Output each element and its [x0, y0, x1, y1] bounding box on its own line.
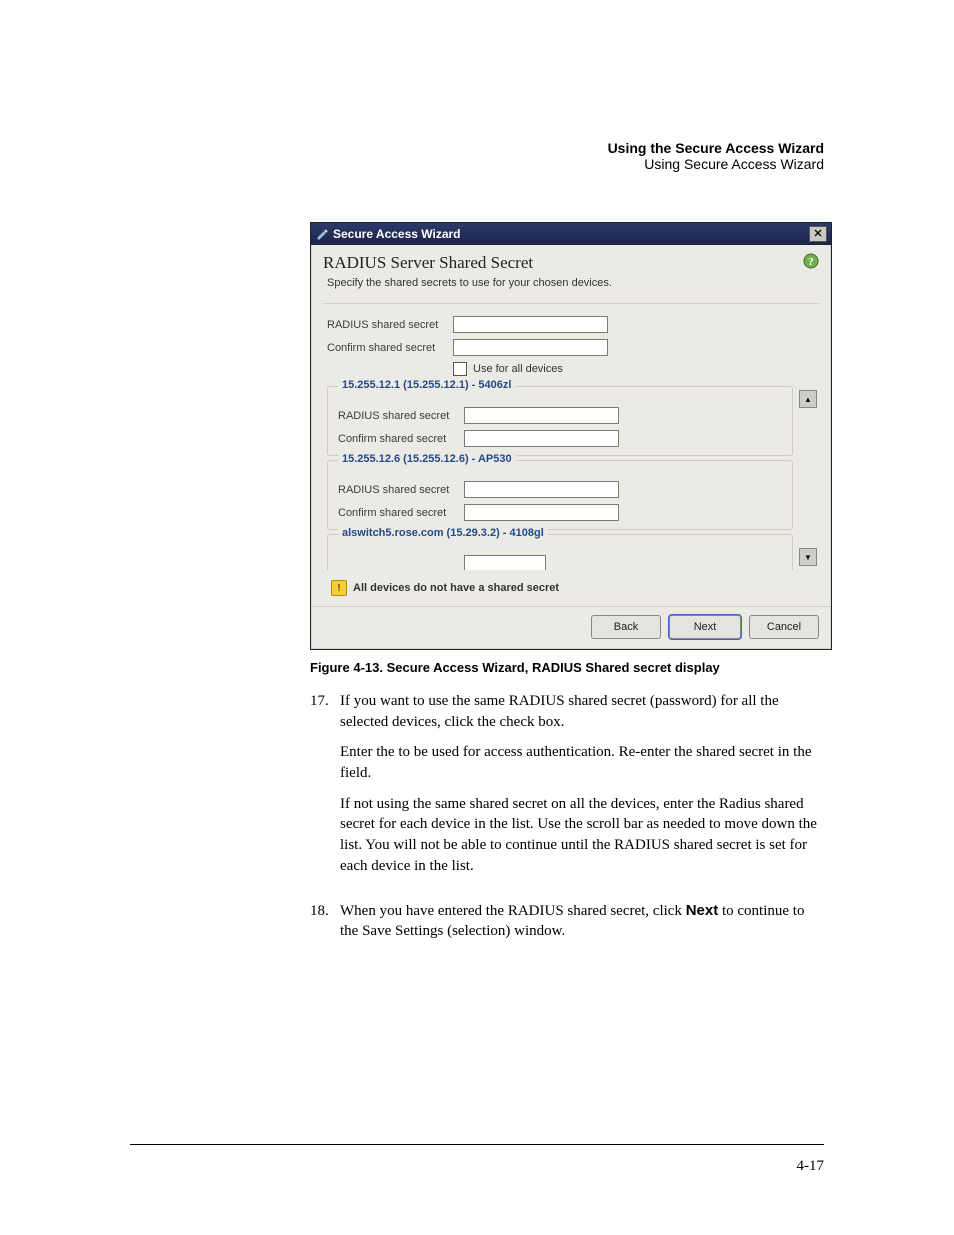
scroll-down-button[interactable]: ▼ [799, 548, 817, 566]
close-icon: ✕ [813, 229, 822, 240]
step-18: 18. When you have entered the RADIUS sha… [310, 901, 824, 952]
device-legend: alswitch5.rose.com (15.29.3.2) - 4108gl [338, 527, 548, 539]
footer-rule [130, 1144, 824, 1145]
button-bar: Back Next Cancel [311, 606, 831, 649]
header-title: Using the Secure Access Wizard [0, 140, 824, 156]
step-number: 17. [310, 691, 340, 887]
device-confirm-label: Confirm shared secret [338, 507, 464, 519]
help-icon[interactable]: ? [803, 253, 819, 269]
text-span: When you have entered the RADIUS shared … [340, 903, 686, 919]
step-18-p1: When you have entered the RADIUS shared … [340, 901, 824, 942]
figure-caption: Figure 4-13. Secure Access Wizard, RADIU… [310, 660, 824, 675]
step-17-p1: If you want to use the same RADIUS share… [340, 691, 824, 732]
next-bold: Next [686, 902, 719, 919]
dialog-heading: RADIUS Server Shared Secret [323, 253, 533, 273]
next-button[interactable]: Next [669, 615, 741, 639]
step-17-p2: Enter the to be used for access authenti… [340, 742, 824, 783]
divider [323, 303, 819, 304]
titlebar-text: Secure Access Wizard [333, 227, 461, 241]
device-radius-input[interactable] [464, 407, 619, 424]
dialog-subheading: Specify the shared secrets to use for yo… [327, 277, 819, 289]
secure-access-wizard-dialog: Secure Access Wizard ✕ RADIUS Server Sha… [310, 222, 832, 650]
device-radius-input-partial[interactable] [464, 555, 546, 570]
titlebar: Secure Access Wizard ✕ [311, 223, 831, 245]
step-number: 18. [310, 901, 340, 952]
cancel-button[interactable]: Cancel [749, 615, 819, 639]
warning-text: All devices do not have a shared secret [353, 582, 559, 594]
device-legend: 15.255.12.1 (15.255.12.1) - 5406zl [338, 379, 515, 391]
text-span: check box. [500, 714, 565, 730]
device-radius-label: RADIUS shared secret [338, 410, 464, 422]
wizard-icon [315, 227, 329, 241]
page-number: 4-17 [797, 1158, 825, 1175]
chevron-down-icon: ▼ [804, 553, 812, 562]
device-group: 15.255.12.6 (15.255.12.6) - AP530 RADIUS… [327, 460, 793, 530]
next-button-label: Next [694, 621, 717, 633]
device-group: 15.255.12.1 (15.255.12.1) - 5406zl RADIU… [327, 386, 793, 456]
warning-icon: ! [331, 580, 347, 596]
device-confirm-input[interactable] [464, 430, 619, 447]
step-17-p3: If not using the same shared secret on a… [340, 794, 824, 877]
header-subtitle: Using Secure Access Wizard [0, 156, 824, 172]
global-radius-label: RADIUS shared secret [327, 319, 453, 331]
global-confirm-label: Confirm shared secret [327, 342, 453, 354]
device-radius-input[interactable] [464, 481, 619, 498]
device-radius-label: RADIUS shared secret [338, 484, 464, 496]
text-span: Enter the [340, 744, 398, 760]
text-span: field. [340, 765, 371, 781]
text-span: to be used for access authentication. Re… [398, 744, 811, 760]
device-group: alswitch5.rose.com (15.29.3.2) - 4108gl [327, 534, 793, 570]
back-button-label: Back [614, 621, 638, 633]
step-17: 17. If you want to use the same RADIUS s… [310, 691, 824, 887]
back-button[interactable]: Back [591, 615, 661, 639]
device-list-scrollbar[interactable]: ▲ ▼ [799, 390, 815, 566]
dialog-heading-row: RADIUS Server Shared Secret ? [323, 253, 819, 273]
device-confirm-input[interactable] [464, 504, 619, 521]
warning-row: ! All devices do not have a shared secre… [327, 574, 815, 606]
scroll-up-button[interactable]: ▲ [799, 390, 817, 408]
cancel-button-label: Cancel [767, 621, 801, 633]
device-legend: 15.255.12.6 (15.255.12.6) - AP530 [338, 453, 516, 465]
close-button[interactable]: ✕ [809, 226, 827, 242]
device-confirm-label: Confirm shared secret [338, 433, 464, 445]
svg-text:?: ? [808, 256, 814, 268]
global-confirm-input[interactable] [453, 339, 608, 356]
use-all-checkbox[interactable] [453, 362, 467, 376]
use-all-label: Use for all devices [473, 363, 563, 375]
global-radius-input[interactable] [453, 316, 608, 333]
chevron-up-icon: ▲ [804, 395, 812, 404]
page-header: Using the Secure Access Wizard Using Sec… [0, 140, 824, 172]
